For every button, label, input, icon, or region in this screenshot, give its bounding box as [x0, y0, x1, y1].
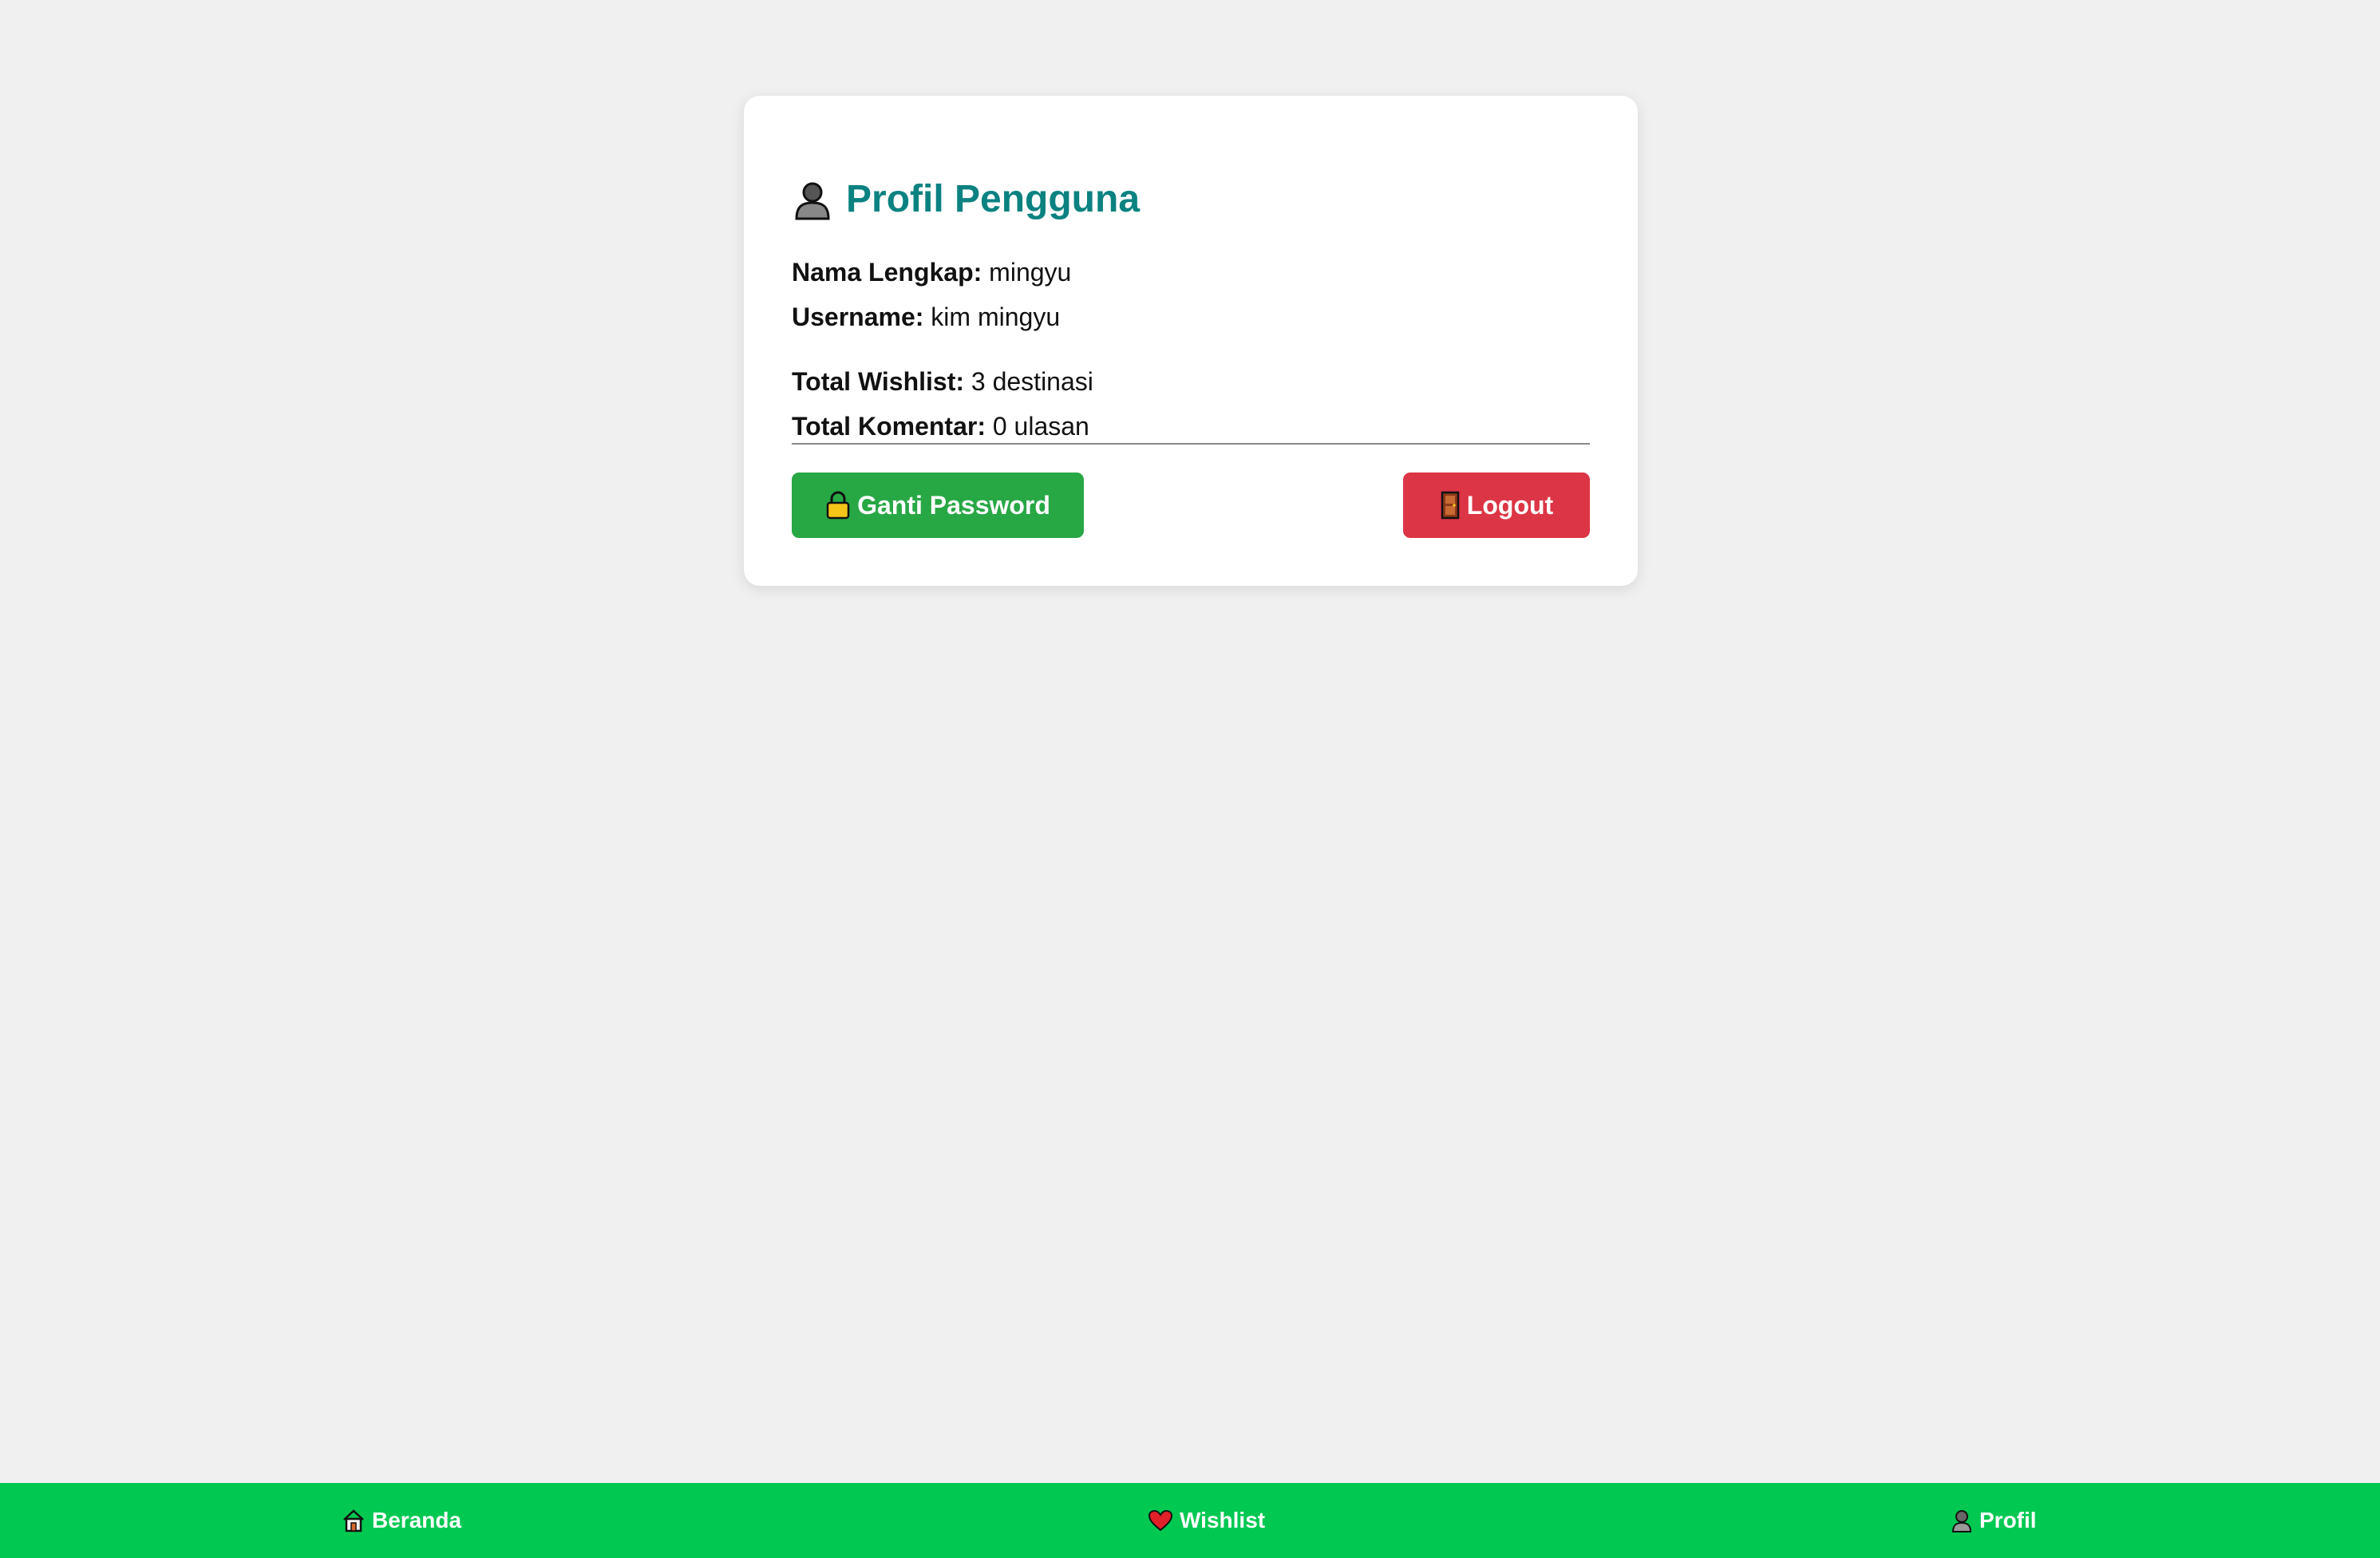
logout-label: Logout [1466, 490, 1554, 520]
profile-header: Profil Pengguna [792, 179, 1140, 220]
full-name-label: Nama Lengkap: [792, 258, 982, 287]
user-icon [1951, 1509, 1973, 1532]
nav-item-profile[interactable]: Profil [1951, 1483, 2037, 1558]
nav-item-home[interactable]: Beranda [342, 1483, 461, 1558]
comment-count-value: 0 ulasan [992, 412, 1089, 441]
logout-button[interactable]: Logout [1403, 473, 1590, 538]
change-password-label: Ganti Password [857, 490, 1050, 520]
lock-icon [825, 491, 851, 520]
nav-home-label: Beranda [372, 1508, 462, 1532]
nav-wishlist-label: Wishlist [1180, 1508, 1266, 1532]
comment-count-row: Total Komentar: 0 ulasan [792, 413, 1089, 439]
username-row: Username: kim mingyu [792, 304, 1060, 330]
full-name-row: Nama Lengkap: mingyu [792, 259, 1071, 285]
comment-count-label: Total Komentar: [792, 412, 986, 441]
username-value: kim mingyu [931, 303, 1061, 331]
bottom-navbar: Beranda Wishlist Profil [0, 1483, 2380, 1558]
door-icon [1440, 491, 1461, 520]
wishlist-count-label: Total Wishlist: [792, 367, 964, 396]
page-title: Profil Pengguna [846, 178, 1141, 220]
wishlist-count-row: Total Wishlist: 3 destinasi [792, 369, 1093, 394]
page: Profil Pengguna Nama Lengkap: mingyu Use… [0, 0, 2380, 1558]
divider [792, 443, 1590, 445]
change-password-button[interactable]: Ganti Password [792, 473, 1084, 538]
username-label: Username: [792, 303, 924, 331]
nav-item-wishlist[interactable]: Wishlist [1148, 1483, 1265, 1558]
full-name-value: mingyu [989, 258, 1072, 287]
wishlist-count-value: 3 destinasi [971, 367, 1093, 396]
user-icon [792, 179, 833, 220]
heart-icon [1148, 1509, 1173, 1532]
nav-profile-label: Profil [1979, 1508, 2037, 1532]
home-icon [342, 1509, 366, 1532]
